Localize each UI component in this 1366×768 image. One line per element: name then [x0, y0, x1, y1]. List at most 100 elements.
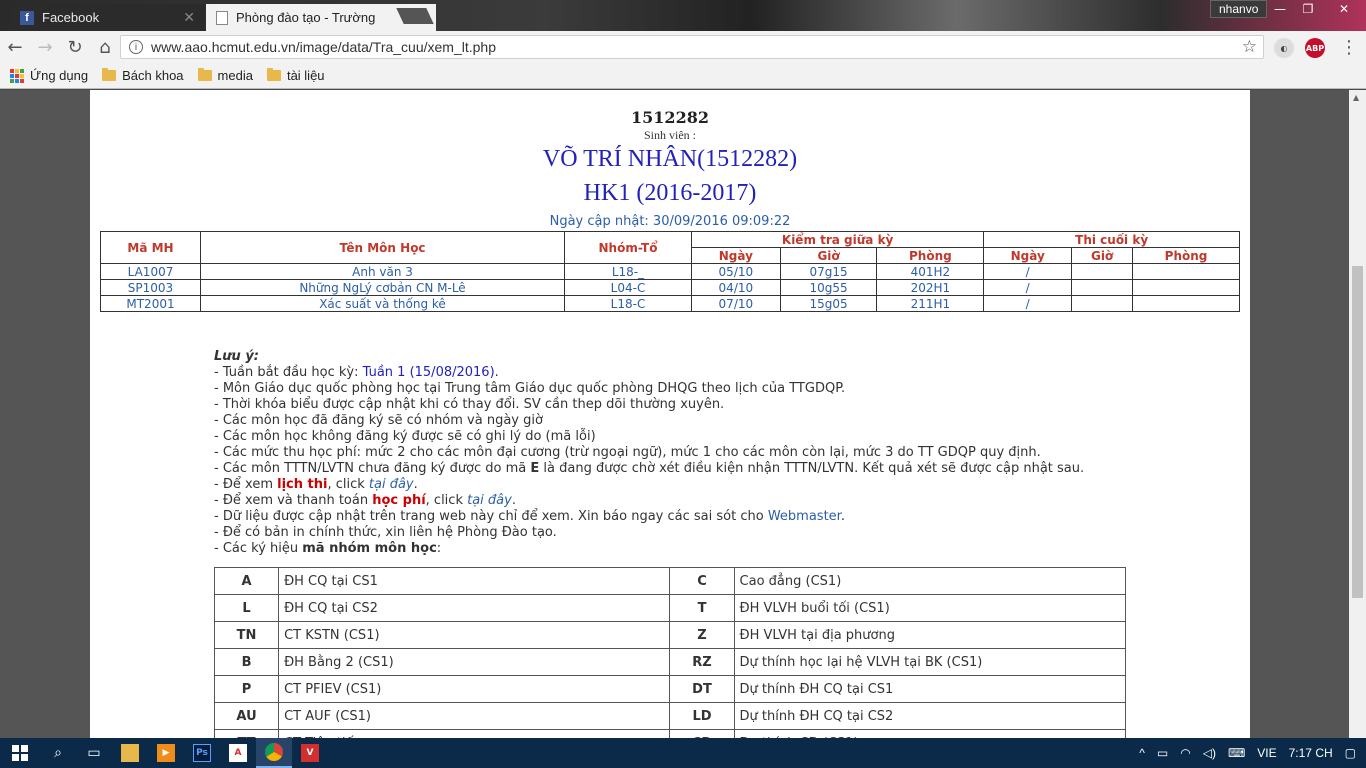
header-final-room: Phòng [1132, 247, 1240, 264]
start-button[interactable] [0, 738, 40, 768]
table-row: TN CT KSTN (CS1) Z ĐH VLVH tại địa phương [213, 621, 1127, 649]
group-description: Dự thính ĐH CQ tại CS1 [733, 675, 1127, 703]
info-icon[interactable]: i [129, 40, 143, 54]
wifi-icon[interactable]: ◠ [1180, 746, 1190, 760]
cell-final-time [1071, 279, 1134, 296]
note-text: . [494, 365, 499, 380]
scroll-thumb[interactable] [1352, 266, 1363, 598]
adblock-plus-icon[interactable]: ABP [1305, 38, 1325, 58]
bookmark-label: media [217, 68, 253, 83]
table-row: P CT PFIEV (CS1) DT Dự thính ĐH CQ tại CS1 [213, 675, 1127, 703]
vivaldi-icon[interactable]: V [292, 738, 328, 768]
extension-icon[interactable]: ◐ [1274, 38, 1294, 58]
group-description: CT Tiên tiến [278, 729, 671, 738]
cell-final-room [1132, 279, 1240, 296]
bookmark-star-icon[interactable]: ☆ [1242, 37, 1257, 57]
notes-section: Lưu ý: - Tuần bắt đầu học kỳ: Tuần 1 (15… [214, 349, 1214, 557]
tuition-link[interactable]: tại đây [467, 493, 512, 508]
chrome-icon[interactable] [256, 738, 292, 768]
note-line: - Các môn TTTN/LVTN chưa đăng ký được do… [214, 461, 1214, 477]
group-description: Cao đẳng (CS1) [733, 567, 1127, 595]
chevron-up-icon[interactable]: ^ [1139, 746, 1145, 760]
webmaster-link[interactable]: Webmaster [768, 509, 841, 524]
cell-final-room [1132, 263, 1240, 280]
scroll-up-icon[interactable]: ▲ [1353, 93, 1359, 102]
note-text: , click [425, 493, 468, 508]
address-bar[interactable]: i www.aao.hcmut.edu.vn/image/data/Tra_cu… [120, 35, 1264, 59]
note-line: - Để xem và thanh toán học phí, click tạ… [214, 493, 1214, 509]
note-text: . [840, 509, 845, 524]
windows-icon [12, 745, 28, 761]
table-row: SP1003 Những NgLý cơbản CN M-Lê L04-C 04… [100, 279, 1240, 296]
error-code: E [530, 461, 540, 476]
back-button[interactable]: ← [0, 33, 30, 61]
battery-icon[interactable]: ▭ [1157, 746, 1168, 760]
menu-icon[interactable]: ⋮ [1340, 37, 1358, 58]
acrobat-icon[interactable]: A [220, 738, 256, 768]
page-icon [216, 10, 228, 25]
vertical-scrollbar[interactable]: ▲ [1349, 90, 1366, 738]
system-tray: ^ ▭ ◠ ◁) ⌨ VIE 7:17 CH ▢ [1139, 738, 1366, 768]
group-code: C [669, 567, 735, 595]
group-code: RZ [669, 648, 735, 676]
group-code: DT [669, 675, 735, 703]
cell-final-date: / [983, 263, 1073, 280]
exam-schedule-table: Mã MH Tên Môn Học Nhóm-Tổ Kiểm tra giữa … [100, 231, 1240, 312]
forward-button[interactable]: → [30, 33, 60, 61]
note-text: - Dữ liệu được cập nhật trên trang web n… [214, 509, 768, 524]
note-text: , click [327, 477, 369, 492]
table-row: MT2001 Xác suất và thống kê L18-C 07/10 … [100, 295, 1240, 312]
note-line: - Các mức thu học phí: mức 2 cho các môn… [214, 445, 1041, 460]
bookmark-bach-khoa[interactable]: Bách khoa [102, 68, 184, 83]
note-line: - Tuần bắt đầu học kỳ: Tuần 1 (15/08/201… [214, 365, 1214, 381]
home-button[interactable]: ⌂ [90, 33, 120, 61]
photoshop-icon[interactable]: Ps [184, 738, 220, 768]
close-icon[interactable]: ✕ [183, 9, 195, 26]
folder-icon [266, 68, 281, 81]
note-text: - Các môn TTTN/LVTN chưa đăng ký được do… [214, 461, 531, 476]
bookmark-media[interactable]: media [197, 68, 253, 83]
exam-schedule-link[interactable]: tại đây [369, 477, 414, 492]
search-icon[interactable]: ⌕ [40, 738, 76, 768]
folder-icon [197, 68, 212, 81]
file-explorer-icon[interactable] [112, 738, 148, 768]
minimize-button[interactable]: — [1266, 0, 1294, 18]
student-label: Sinh viên : [643, 128, 696, 142]
group-description: ĐH VLVH buổi tối (CS1) [733, 594, 1127, 622]
bookmark-apps[interactable]: Ứng dụng [10, 68, 88, 83]
note-line: - Các môn học đã đăng ký sẽ có nhóm và n… [214, 413, 543, 428]
header-mid-date: Ngày [691, 247, 781, 264]
language-indicator[interactable]: VIE [1257, 746, 1276, 760]
table-row: TTCT Tiên tiếnCDDự thính CĐ (CS1) [213, 729, 1127, 738]
group-description: ĐH VLVH tại địa phương [733, 621, 1127, 649]
reload-button[interactable]: ↻ [60, 33, 90, 61]
semester-start-week: Tuần 1 (15/08/2016) [362, 365, 495, 380]
browser-toolbar: ← → ↻ ⌂ i www.aao.hcmut.edu.vn/image/dat… [0, 31, 1366, 63]
note-text: - Tuần bắt đầu học kỳ: [214, 365, 363, 380]
tab-facebook[interactable]: f Facebook ✕ [10, 4, 205, 31]
cell-final-room [1132, 295, 1240, 312]
close-window-button[interactable]: ✕ [1322, 0, 1366, 18]
cell-mid-time: 07g15 [779, 263, 878, 280]
media-player-icon[interactable]: ▶ [148, 738, 184, 768]
note-text: là đang được chờ xét điều kiện nhận TTTN… [539, 461, 1085, 476]
group-description: CT KSTN (CS1) [278, 621, 671, 649]
student-name: VÕ TRÍ NHÂN(1512282) [542, 146, 798, 172]
table-row: L ĐH CQ tại CS2 T ĐH VLVH buổi tối (CS1) [213, 594, 1127, 622]
bookmark-label: Ứng dụng [30, 68, 89, 83]
keyboard-icon[interactable]: ⌨ [1228, 746, 1245, 760]
updated-timestamp: Ngày cập nhật: 30/09/2016 09:09:22 [549, 214, 791, 229]
clock[interactable]: 7:17 CH [1289, 746, 1333, 760]
note-line: - Các môn học không đăng ký được sẽ có g… [214, 429, 596, 444]
group-description: CT PFIEV (CS1) [278, 675, 671, 703]
notification-icon[interactable]: ▢ [1345, 746, 1356, 760]
cell-name: Xác suất và thống kê [200, 295, 565, 312]
note-line: - Các ký hiệu mã nhóm môn học: [214, 541, 1214, 557]
bookmark-tai-lieu[interactable]: tài liệu [266, 68, 325, 83]
restore-button[interactable]: ❐ [1294, 0, 1322, 18]
task-view-icon[interactable]: ▭ [76, 738, 112, 768]
volume-icon[interactable]: ◁) [1203, 746, 1216, 760]
profile-button[interactable]: nhanvo [1210, 0, 1268, 18]
note-text: . [413, 477, 418, 492]
facebook-icon: f [20, 10, 34, 25]
